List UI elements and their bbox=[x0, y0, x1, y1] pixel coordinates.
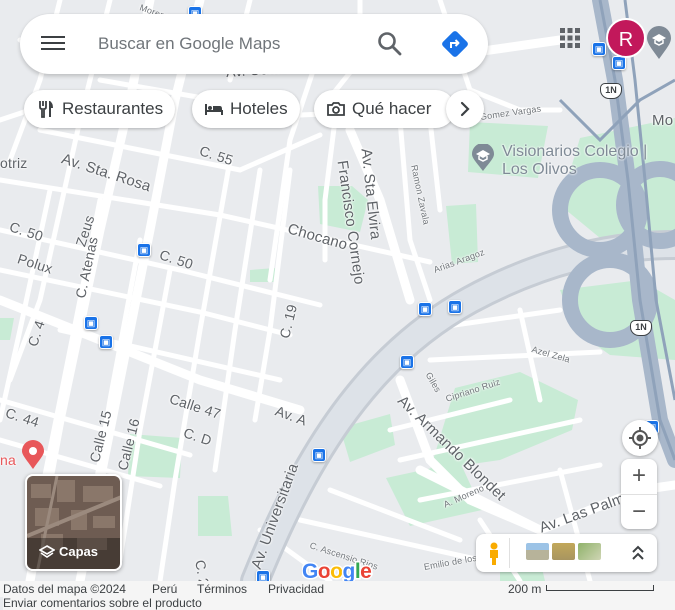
place-label: na bbox=[0, 452, 16, 468]
zoom-in-button[interactable]: + bbox=[621, 459, 657, 494]
school-icon bbox=[647, 26, 671, 59]
bus-stop-icon[interactable]: ▣ bbox=[256, 570, 270, 581]
feedback-link[interactable]: Enviar comentarios sobre el producto bbox=[3, 597, 675, 610]
zoom-out-button[interactable]: − bbox=[621, 494, 657, 529]
expand-button[interactable] bbox=[626, 540, 650, 566]
google-logo-mark: Google bbox=[301, 559, 374, 585]
highway-shield: 1N bbox=[630, 320, 652, 336]
school-pin[interactable] bbox=[645, 26, 673, 60]
apps-grid-icon bbox=[560, 28, 580, 48]
map-data-credit: Datos del mapa ©2024 bbox=[3, 582, 126, 596]
svg-text:Google: Google bbox=[302, 560, 371, 583]
bus-stop-icon[interactable]: ▣ bbox=[612, 56, 626, 70]
bus-stop-icon[interactable]: ▣ bbox=[137, 243, 151, 257]
search-icon bbox=[378, 32, 402, 56]
menu-icon[interactable] bbox=[40, 32, 66, 56]
restaurant-icon bbox=[39, 101, 53, 118]
chips-next-button[interactable] bbox=[446, 90, 484, 128]
apps-grid-button[interactable] bbox=[558, 26, 582, 50]
directions-button[interactable] bbox=[440, 29, 470, 59]
layers-label: Capas bbox=[59, 544, 99, 559]
layers-icon bbox=[39, 545, 55, 558]
chip-label: Qué hacer bbox=[352, 99, 432, 118]
bus-stop-icon[interactable]: ▣ bbox=[312, 448, 326, 462]
terrain-thumbnail[interactable] bbox=[552, 543, 575, 560]
my-location-button[interactable] bbox=[622, 420, 658, 456]
terrain-thumbnail[interactable] bbox=[578, 543, 601, 560]
poi-label[interactable]: Visionarios Colegio | Los Olivos bbox=[502, 143, 672, 179]
place-pin[interactable] bbox=[20, 440, 46, 470]
imagery-strip bbox=[476, 534, 657, 572]
pegman-icon bbox=[490, 542, 498, 565]
school-icon bbox=[472, 144, 494, 171]
bus-stop-icon[interactable]: ▣ bbox=[400, 355, 414, 369]
privacy-link[interactable]: Privacidad bbox=[268, 582, 324, 596]
search-input[interactable] bbox=[98, 28, 358, 60]
highway-shield: 1N bbox=[600, 83, 622, 99]
chip-que-hacer[interactable]: Qué hacer bbox=[314, 90, 456, 128]
crosshair-icon bbox=[629, 427, 651, 449]
street-label: Mo bbox=[652, 112, 674, 129]
poi-marker[interactable] bbox=[470, 144, 496, 171]
chip-restaurantes[interactable]: Restaurantes bbox=[24, 90, 176, 128]
camera-icon bbox=[327, 102, 345, 116]
bus-stop-icon[interactable]: ▣ bbox=[448, 300, 462, 314]
chip-label: Restaurantes bbox=[62, 99, 164, 118]
place-pin-icon bbox=[22, 440, 44, 469]
terrain-thumbnail[interactable] bbox=[526, 543, 549, 560]
search-box bbox=[20, 14, 488, 74]
directions-icon bbox=[442, 31, 468, 57]
bus-stop-icon[interactable]: ▣ bbox=[592, 42, 606, 56]
country-link[interactable]: Perú bbox=[152, 582, 177, 596]
chip-label: Hoteles bbox=[230, 99, 288, 118]
scale-label[interactable]: 200 m bbox=[508, 582, 541, 596]
double-chevron-up-icon bbox=[632, 545, 644, 560]
zoom-control: + − bbox=[621, 459, 657, 529]
layers-button[interactable]: Capas bbox=[25, 474, 122, 571]
chevron-right-icon bbox=[460, 101, 470, 117]
bus-stop-icon[interactable]: ▣ bbox=[418, 302, 432, 316]
hotel-icon bbox=[205, 104, 223, 115]
scale-bar[interactable] bbox=[546, 585, 654, 591]
search-button[interactable] bbox=[376, 30, 404, 58]
pegman-button[interactable] bbox=[480, 538, 510, 568]
bus-stop-icon[interactable]: ▣ bbox=[99, 335, 113, 349]
bus-stop-icon[interactable]: ▣ bbox=[84, 316, 98, 330]
terms-link[interactable]: Términos bbox=[197, 582, 247, 596]
account-avatar[interactable]: R bbox=[606, 18, 646, 58]
street-label: otriz bbox=[0, 155, 28, 171]
chip-hoteles[interactable]: Hoteles bbox=[192, 90, 300, 128]
